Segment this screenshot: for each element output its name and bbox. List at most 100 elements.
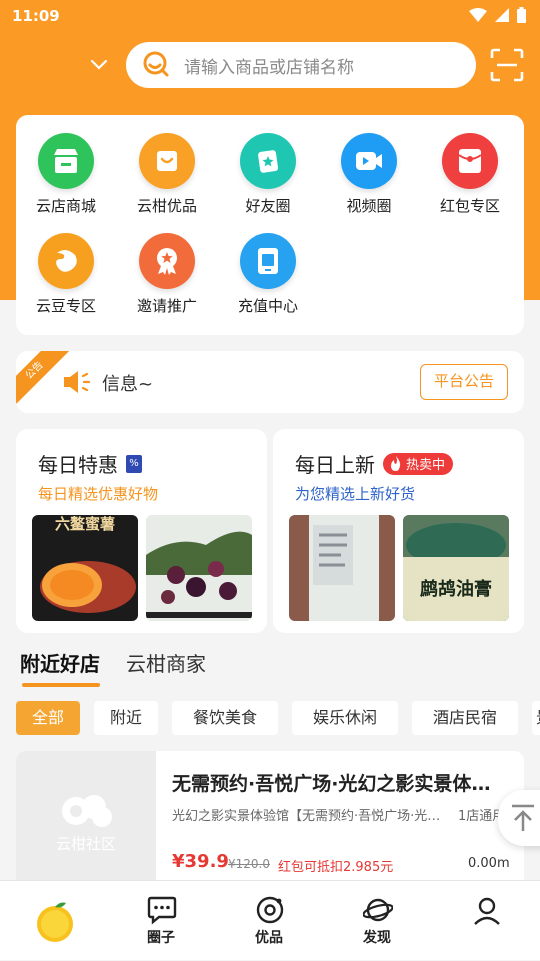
goods-icon <box>256 896 284 924</box>
back-to-top-button[interactable] <box>498 790 540 846</box>
hot-sale-label: 热卖中 <box>406 458 446 473</box>
tin-can-illustration <box>289 515 395 621</box>
speaker-icon <box>64 371 91 393</box>
yungan-logo-icon <box>62 794 112 827</box>
nav-discover[interactable]: 发现 <box>327 881 427 961</box>
shopping-bag-icon <box>139 133 195 189</box>
search-icon <box>143 51 169 77</box>
grid-item-label: 视频圈 <box>346 197 392 215</box>
bean-icon <box>38 233 94 289</box>
nav-label: 优品 <box>255 930 283 946</box>
chat-bubble-icon <box>147 896 177 925</box>
status-time: 11:09 <box>12 7 60 25</box>
grid-item-recharge[interactable]: 充值中心 <box>218 233 318 316</box>
fruit-image[interactable] <box>146 515 252 621</box>
status-bar: 11:09 <box>0 0 540 32</box>
grid-item-friends[interactable]: 好友圈 <box>218 133 318 216</box>
store-thumbnail: 云柑社区 <box>16 751 156 891</box>
store-original-price: ¥120.0 <box>228 857 270 871</box>
tab-nearby-stores[interactable]: 附近好店 <box>20 648 100 687</box>
filter-chip-all[interactable]: 全部 <box>16 701 80 735</box>
daily-new-subtitle: 为您精选上新好货 <box>295 485 416 503</box>
sweet-potato-image[interactable]: 六鳌蜜薯 <box>32 515 138 621</box>
feature-grid: 云店商城 云柑优品 好友圈 视频圈 红包专区 云豆专区 邀请推广 充值中心 <box>16 115 524 335</box>
grid-item-invite[interactable]: 邀请推广 <box>117 233 217 316</box>
video-icon <box>341 133 397 189</box>
grid-item-cloud-bean[interactable]: 云豆专区 <box>16 233 116 316</box>
signal-icon <box>495 8 509 22</box>
store-watermark: 云柑社区 <box>55 834 116 853</box>
search-row: 请输入商品或店铺名称 <box>0 42 540 88</box>
store-icon <box>38 133 94 189</box>
filter-chip-scenic[interactable]: 景 <box>532 701 540 735</box>
tab-yungan-merchants[interactable]: 云柑商家 <box>126 648 206 677</box>
flame-icon <box>391 455 401 471</box>
grid-item-cloud-store[interactable]: 云店商城 <box>16 133 116 216</box>
nav-label: 发现 <box>363 930 391 946</box>
ointment-jar-illustration: 鹧鸪油膏 <box>403 515 509 621</box>
platform-notice-button[interactable]: 平台公告 <box>420 364 508 400</box>
nav-circle[interactable]: 圈子 <box>111 881 211 961</box>
ointment-image[interactable]: 鹧鸪油膏 <box>403 515 509 621</box>
grid-item-label: 邀请推广 <box>136 297 197 315</box>
store-description: 光幻之影实景体验馆【无需预约·吾悦广场·光幻之影】 <box>172 809 452 824</box>
grid-item-label: 云店商城 <box>35 197 96 215</box>
daily-deals-title: 每日特惠 <box>38 453 118 477</box>
nav-label: 圈子 <box>147 930 175 946</box>
announcement-bar[interactable]: 公告 信息~ 平台公告 <box>16 351 524 413</box>
daily-deals-subtitle: 每日精选优惠好物 <box>38 485 159 503</box>
tab-label: 云柑商家 <box>126 652 206 676</box>
nav-goods[interactable]: 优品 <box>219 881 319 961</box>
bottom-navigation: 圈子 优品 发现 <box>0 880 540 960</box>
store-distance: 0.00m <box>468 856 510 871</box>
grid-item-video[interactable]: 视频圈 <box>319 133 419 216</box>
berries-illustration <box>146 515 252 621</box>
red-envelope-deduction: 红包可抵扣2.985元 <box>278 860 394 875</box>
discount-badge: % <box>126 454 142 473</box>
daily-new-card[interactable]: 每日上新 热卖中 为您精选上新好货 鹧鸪油膏 <box>273 429 524 633</box>
filter-chip-food[interactable]: 餐饮美食 <box>172 701 278 735</box>
grid-item-label: 红包专区 <box>439 197 500 215</box>
filter-chip-nearby[interactable]: 附近 <box>94 701 158 735</box>
arrow-up-icon <box>512 804 534 831</box>
category-filters: 全部 附近 餐饮美食 娱乐休闲 酒店民宿 景 <box>16 701 540 735</box>
recharge-icon <box>240 233 296 289</box>
grid-item-yungan-goods[interactable]: 云柑优品 <box>117 133 217 216</box>
grid-item-red-envelope[interactable]: 红包专区 <box>420 133 520 216</box>
battery-icon <box>517 7 526 23</box>
friends-card-icon <box>240 133 296 189</box>
medal-icon <box>139 233 195 289</box>
daily-new-title-row: 每日上新 热卖中 <box>295 449 454 478</box>
chevron-down-icon[interactable] <box>88 54 110 76</box>
announcement-text: 信息~ <box>102 374 154 395</box>
daily-new-title: 每日上新 <box>295 453 375 477</box>
grid-item-label: 云柑优品 <box>136 197 197 215</box>
hot-sale-badge: 热卖中 <box>383 452 454 475</box>
grid-item-label: 云豆专区 <box>35 297 96 315</box>
nav-profile[interactable] <box>436 881 536 961</box>
product-image-caption: 鹧鸪油膏 <box>420 578 492 600</box>
planet-icon <box>363 898 393 922</box>
search-placeholder: 请输入商品或店铺名称 <box>184 57 354 78</box>
store-name: 无需预约·吾悦广场·光幻之影实景体验馆 <box>172 773 506 795</box>
store-price: ¥39.9 <box>172 851 229 872</box>
daily-deals-title-row: 每日特惠 % <box>38 449 142 478</box>
person-icon <box>474 897 500 925</box>
grid-item-label: 好友圈 <box>245 197 291 215</box>
grid-item-label: 充值中心 <box>237 297 298 315</box>
tab-label: 附近好店 <box>20 652 100 676</box>
search-input[interactable]: 请输入商品或店铺名称 <box>126 42 476 88</box>
red-envelope-icon <box>442 133 498 189</box>
daily-deals-card[interactable]: 每日特惠 % 每日精选优惠好物 六鳌蜜薯 <box>16 429 267 633</box>
orange-fruit-icon <box>37 902 73 942</box>
store-card[interactable]: 云柑社区 无需预约·吾悦广场·光幻之影实景体验馆 光幻之影实景体验馆【无需预约·… <box>16 751 524 891</box>
filter-chip-hotel[interactable]: 酒店民宿 <box>412 701 518 735</box>
filter-chip-entertainment[interactable]: 娱乐休闲 <box>292 701 398 735</box>
tin-can-image[interactable] <box>289 515 395 621</box>
status-icons <box>469 7 526 23</box>
wifi-icon <box>469 8 487 22</box>
scan-icon[interactable] <box>490 48 524 82</box>
active-tab-indicator <box>22 683 100 687</box>
product-image-caption: 六鳌蜜薯 <box>54 515 115 533</box>
nav-home[interactable] <box>4 881 104 961</box>
